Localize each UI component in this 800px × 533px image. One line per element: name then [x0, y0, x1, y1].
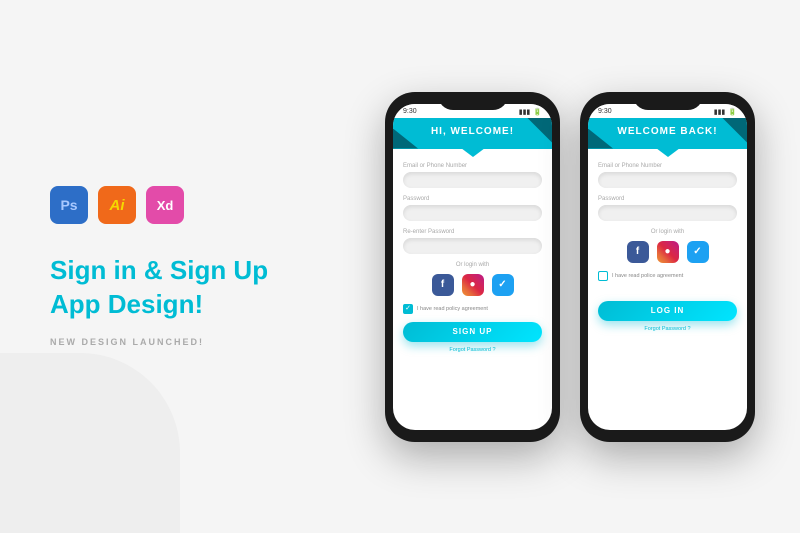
- or-login-text: Or login with: [403, 262, 542, 268]
- facebook-button-login[interactable]: f: [627, 241, 649, 263]
- policy-text-login: I have read police agreement: [612, 273, 683, 279]
- field-email-signup[interactable]: [403, 172, 542, 188]
- subtitle-text: NEW DESIGN LAUNCHED!: [50, 337, 290, 347]
- phone-notch-2: [633, 92, 703, 110]
- login-header: WELCOME BACK!: [588, 118, 747, 149]
- xd-icon: Xd: [146, 186, 184, 224]
- phones-area: 9:30 ▮▮▮ 🔋 HI, WELCOME! Email or Phone N…: [340, 0, 800, 533]
- field-label-password-login: Password: [598, 196, 737, 202]
- photoshop-icon: Ps: [50, 186, 88, 224]
- login-form: Email or Phone Number Password Or login …: [588, 149, 747, 340]
- field-email-login[interactable]: [598, 172, 737, 188]
- social-icons-login: f ● ✓: [598, 241, 737, 263]
- login-header-title: WELCOME BACK!: [598, 126, 737, 137]
- status-right-2: ▮▮▮ 🔋: [714, 108, 737, 116]
- signup-button[interactable]: SIGN UP: [403, 322, 542, 342]
- status-right: ▮▮▮ 🔋: [519, 108, 542, 116]
- login-phone: 9:30 ▮▮▮ 🔋 WELCOME BACK! Email or Phone …: [580, 92, 755, 442]
- field-label-1: Email or Phone Number: [403, 163, 542, 169]
- signal-icon: ▮▮▮: [519, 108, 531, 116]
- signup-header-title: HI, WELCOME!: [403, 126, 542, 137]
- login-button[interactable]: LOG IN: [598, 301, 737, 321]
- twitter-button-login[interactable]: ✓: [687, 241, 709, 263]
- policy-checkbox-signup[interactable]: ✓: [403, 304, 413, 314]
- tool-icons-row: Ps Ai Xd: [50, 186, 290, 224]
- social-icons-signup: f ● ✓: [403, 274, 542, 296]
- illustrator-icon: Ai: [98, 186, 136, 224]
- battery-icon: 🔋: [533, 108, 542, 116]
- field-password-login[interactable]: [598, 205, 737, 221]
- policy-row-login: I have read police agreement: [598, 271, 737, 281]
- policy-checkbox-login[interactable]: [598, 271, 608, 281]
- or-login-text-2: Or login with: [598, 229, 737, 235]
- twitter-button-signup[interactable]: ✓: [492, 274, 514, 296]
- policy-row-signup: ✓ I have read policy agreement: [403, 304, 542, 314]
- phone-screen-signup: 9:30 ▮▮▮ 🔋 HI, WELCOME! Email or Phone N…: [393, 104, 552, 430]
- status-time: 9:30: [403, 108, 417, 115]
- field-label-3: Re-enter Password: [403, 229, 542, 235]
- policy-text-signup: I have read policy agreement: [417, 306, 488, 312]
- forgot-password-login[interactable]: Forgot Password ?: [598, 326, 737, 332]
- phone-screen-login: 9:30 ▮▮▮ 🔋 WELCOME BACK! Email or Phone …: [588, 104, 747, 430]
- instagram-button-login[interactable]: ●: [657, 241, 679, 263]
- signup-form: Email or Phone Number Password Re-enter …: [393, 149, 552, 361]
- signup-phone: 9:30 ▮▮▮ 🔋 HI, WELCOME! Email or Phone N…: [385, 92, 560, 442]
- main-title: Sign in & Sign Up App Design!: [50, 254, 290, 322]
- field-label-email-login: Email or Phone Number: [598, 163, 737, 169]
- field-password-signup[interactable]: [403, 205, 542, 221]
- status-time-2: 9:30: [598, 108, 612, 115]
- field-reenter-password[interactable]: [403, 238, 542, 254]
- checkmark-icon: ✓: [405, 305, 411, 312]
- forgot-password-signup[interactable]: Forgot Password ?: [403, 347, 542, 353]
- instagram-button-signup[interactable]: ●: [462, 274, 484, 296]
- signal-icon-2: ▮▮▮: [714, 108, 726, 116]
- field-label-2: Password: [403, 196, 542, 202]
- facebook-button-signup[interactable]: f: [432, 274, 454, 296]
- left-panel: Ps Ai Xd Sign in & Sign Up App Design! N…: [0, 0, 340, 533]
- battery-icon-2: 🔋: [728, 108, 737, 116]
- phone-notch: [438, 92, 508, 110]
- signup-header: HI, WELCOME!: [393, 118, 552, 149]
